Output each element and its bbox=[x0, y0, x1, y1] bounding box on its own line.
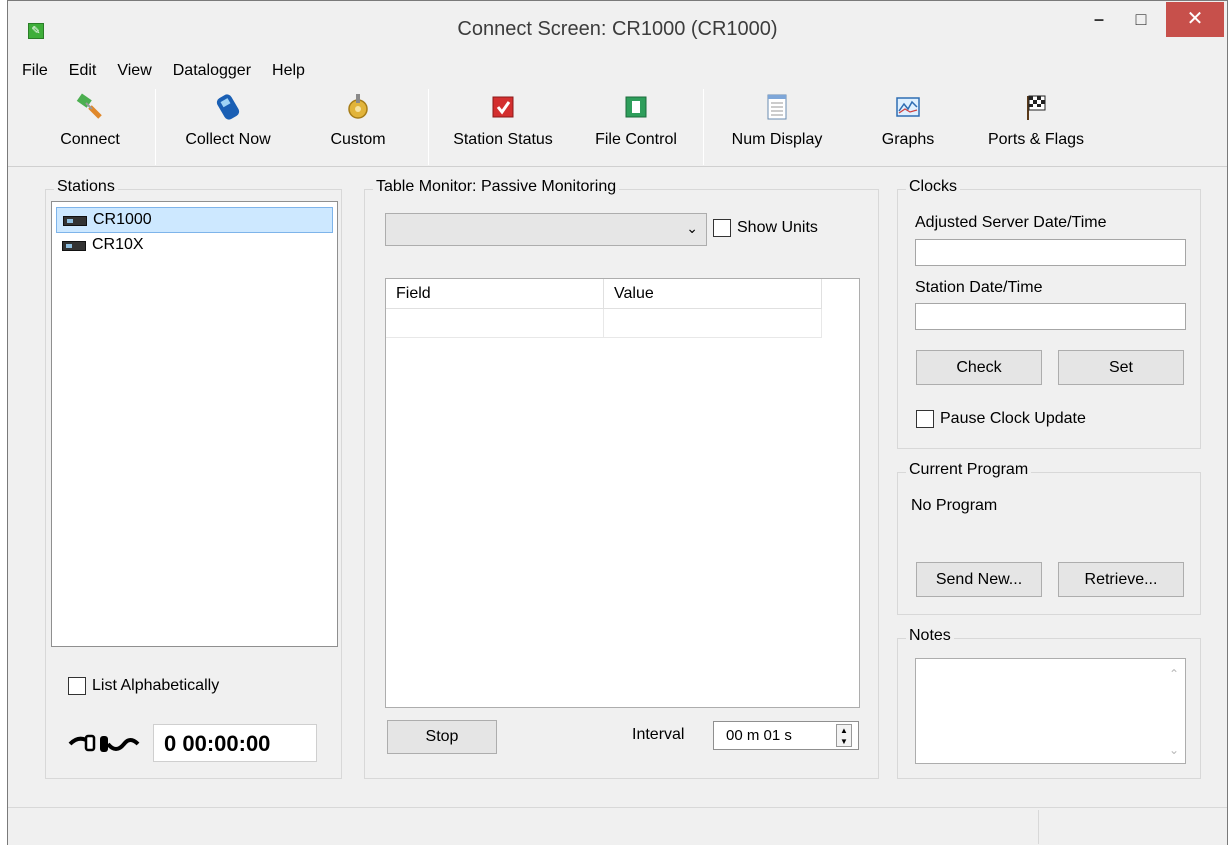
show-units-label: Show Units bbox=[737, 219, 818, 236]
menu-bar: File Edit View Datalogger Help bbox=[8, 59, 1227, 83]
window-title: Connect Screen: CR1000 (CR1000) bbox=[457, 18, 778, 40]
station-status-button[interactable]: Station Status bbox=[444, 85, 562, 165]
current-program-value: No Program bbox=[911, 497, 998, 514]
set-button[interactable]: Set bbox=[1058, 350, 1184, 385]
column-header-value[interactable]: Value bbox=[604, 279, 822, 309]
toolbar-separator bbox=[703, 89, 704, 165]
menu-file[interactable]: File bbox=[8, 59, 57, 83]
list-alphabetically-label: List Alphabetically bbox=[92, 677, 220, 694]
interval-label: Interval bbox=[632, 726, 685, 743]
scroll-up-icon[interactable]: ⌃ bbox=[1169, 667, 1179, 681]
num-display-label: Num Display bbox=[731, 131, 823, 148]
connection-timer: 0 00:00:00 bbox=[153, 724, 317, 762]
status-check-icon bbox=[492, 96, 514, 118]
adjusted-server-label: Adjusted Server Date/Time bbox=[915, 214, 1107, 231]
stations-list[interactable]: CR1000 CR10X bbox=[51, 201, 338, 647]
title-bar[interactable]: ✎ Connect Screen: CR1000 (CR1000) – □ ✕ bbox=[8, 1, 1227, 55]
custom-label: Custom bbox=[330, 131, 386, 148]
list-alphabetically-checkbox[interactable]: List Alphabetically bbox=[68, 676, 219, 696]
ports-flags-button[interactable]: Ports & Flags bbox=[978, 85, 1094, 165]
custom-button[interactable]: Custom bbox=[318, 85, 398, 165]
ports-flags-label: Ports & Flags bbox=[987, 131, 1085, 148]
graphs-button[interactable]: Graphs bbox=[872, 85, 944, 165]
plug-icon bbox=[76, 93, 102, 119]
connection-status-icon bbox=[68, 734, 140, 752]
file-control-button[interactable]: File Control bbox=[584, 85, 688, 165]
notes-title: Notes bbox=[906, 627, 954, 645]
pause-clock-update-label: Pause Clock Update bbox=[940, 410, 1086, 427]
status-bar-divider bbox=[1038, 810, 1039, 844]
notes-textarea[interactable]: ⌃ ⌄ bbox=[915, 658, 1186, 764]
toolbar-separator bbox=[428, 89, 429, 165]
connect-button[interactable]: Connect bbox=[46, 85, 134, 165]
checkbox-box[interactable] bbox=[916, 409, 934, 428]
file-icon bbox=[625, 96, 647, 118]
table-monitor-title: Table Monitor: Passive Monitoring bbox=[373, 178, 620, 196]
notes-group: Notes ⌃ ⌄ bbox=[897, 627, 1201, 779]
menu-edit[interactable]: Edit bbox=[57, 59, 106, 83]
station-item-cr10x[interactable]: CR10X bbox=[56, 233, 333, 259]
monitor-table[interactable]: Field Value bbox=[385, 278, 860, 708]
station-label: CR10X bbox=[92, 236, 144, 253]
stations-group: Stations CR1000 CR10X List Alphabeticall… bbox=[45, 178, 342, 779]
stop-button[interactable]: Stop bbox=[387, 720, 497, 754]
interval-value: 00 m 01 s bbox=[726, 727, 792, 744]
checkered-flag-icon bbox=[1027, 95, 1046, 120]
graphs-label: Graphs bbox=[881, 131, 935, 148]
send-new-button[interactable]: Send New... bbox=[916, 562, 1042, 597]
menu-help[interactable]: Help bbox=[260, 59, 314, 83]
current-program-group: Current Program No Program Send New... R… bbox=[897, 461, 1201, 615]
maximize-button[interactable]: □ bbox=[1118, 2, 1164, 37]
num-display-button[interactable]: Num Display bbox=[723, 85, 831, 165]
spinner-arrows-icon[interactable]: ▲ ▼ bbox=[836, 724, 852, 747]
connect-screen-window: ✎ Connect Screen: CR1000 (CR1000) – □ ✕ … bbox=[7, 0, 1228, 845]
graph-icon bbox=[896, 97, 920, 117]
chevron-down-icon: ⌄ bbox=[686, 220, 698, 236]
status-bar bbox=[8, 807, 1227, 845]
datalogger-icon bbox=[62, 241, 86, 251]
phone-icon bbox=[216, 94, 240, 120]
checkbox-box[interactable] bbox=[68, 676, 86, 695]
station-item-cr1000[interactable]: CR1000 bbox=[56, 207, 333, 233]
column-header-field[interactable]: Field bbox=[386, 279, 604, 309]
stations-title: Stations bbox=[54, 178, 118, 196]
datalogger-icon bbox=[63, 216, 87, 226]
station-time-field bbox=[915, 303, 1186, 330]
toolbar: Connect Collect Now Custom Station Statu… bbox=[8, 85, 1227, 167]
interval-spinner[interactable]: 00 m 01 s ▲ ▼ bbox=[713, 721, 859, 750]
connect-label: Connect bbox=[60, 131, 120, 148]
minimize-button[interactable]: – bbox=[1082, 2, 1116, 37]
menu-datalogger[interactable]: Datalogger bbox=[161, 59, 260, 83]
station-status-label: Station Status bbox=[453, 131, 553, 148]
pause-clock-update-checkbox[interactable]: Pause Clock Update bbox=[916, 409, 1086, 429]
clocks-title: Clocks bbox=[906, 178, 961, 196]
retrieve-button[interactable]: Retrieve... bbox=[1058, 562, 1184, 597]
adjusted-server-time-field bbox=[915, 239, 1186, 266]
gear-icon bbox=[348, 94, 368, 119]
station-label: CR1000 bbox=[93, 211, 152, 228]
file-control-label: File Control bbox=[595, 131, 677, 148]
scroll-down-icon[interactable]: ⌄ bbox=[1169, 743, 1179, 757]
check-button[interactable]: Check bbox=[916, 350, 1042, 385]
station-time-label: Station Date/Time bbox=[915, 279, 1043, 296]
num-display-icon bbox=[767, 94, 787, 120]
show-units-checkbox[interactable]: Show Units bbox=[713, 218, 818, 238]
table-cell[interactable] bbox=[604, 309, 822, 338]
current-program-title: Current Program bbox=[906, 461, 1032, 479]
close-button[interactable]: ✕ bbox=[1166, 2, 1224, 37]
menu-view[interactable]: View bbox=[105, 59, 160, 83]
checkbox-box[interactable] bbox=[713, 218, 731, 237]
table-monitor-group: Table Monitor: Passive Monitoring ⌄ Show… bbox=[364, 178, 879, 779]
clocks-group: Clocks Adjusted Server Date/Time Station… bbox=[897, 178, 1201, 449]
table-cell[interactable] bbox=[386, 309, 604, 338]
table-select-dropdown[interactable]: ⌄ bbox=[385, 213, 707, 246]
toolbar-separator bbox=[155, 89, 156, 165]
collect-now-label: Collect Now bbox=[185, 131, 271, 148]
collect-now-button[interactable]: Collect Now bbox=[172, 85, 284, 165]
